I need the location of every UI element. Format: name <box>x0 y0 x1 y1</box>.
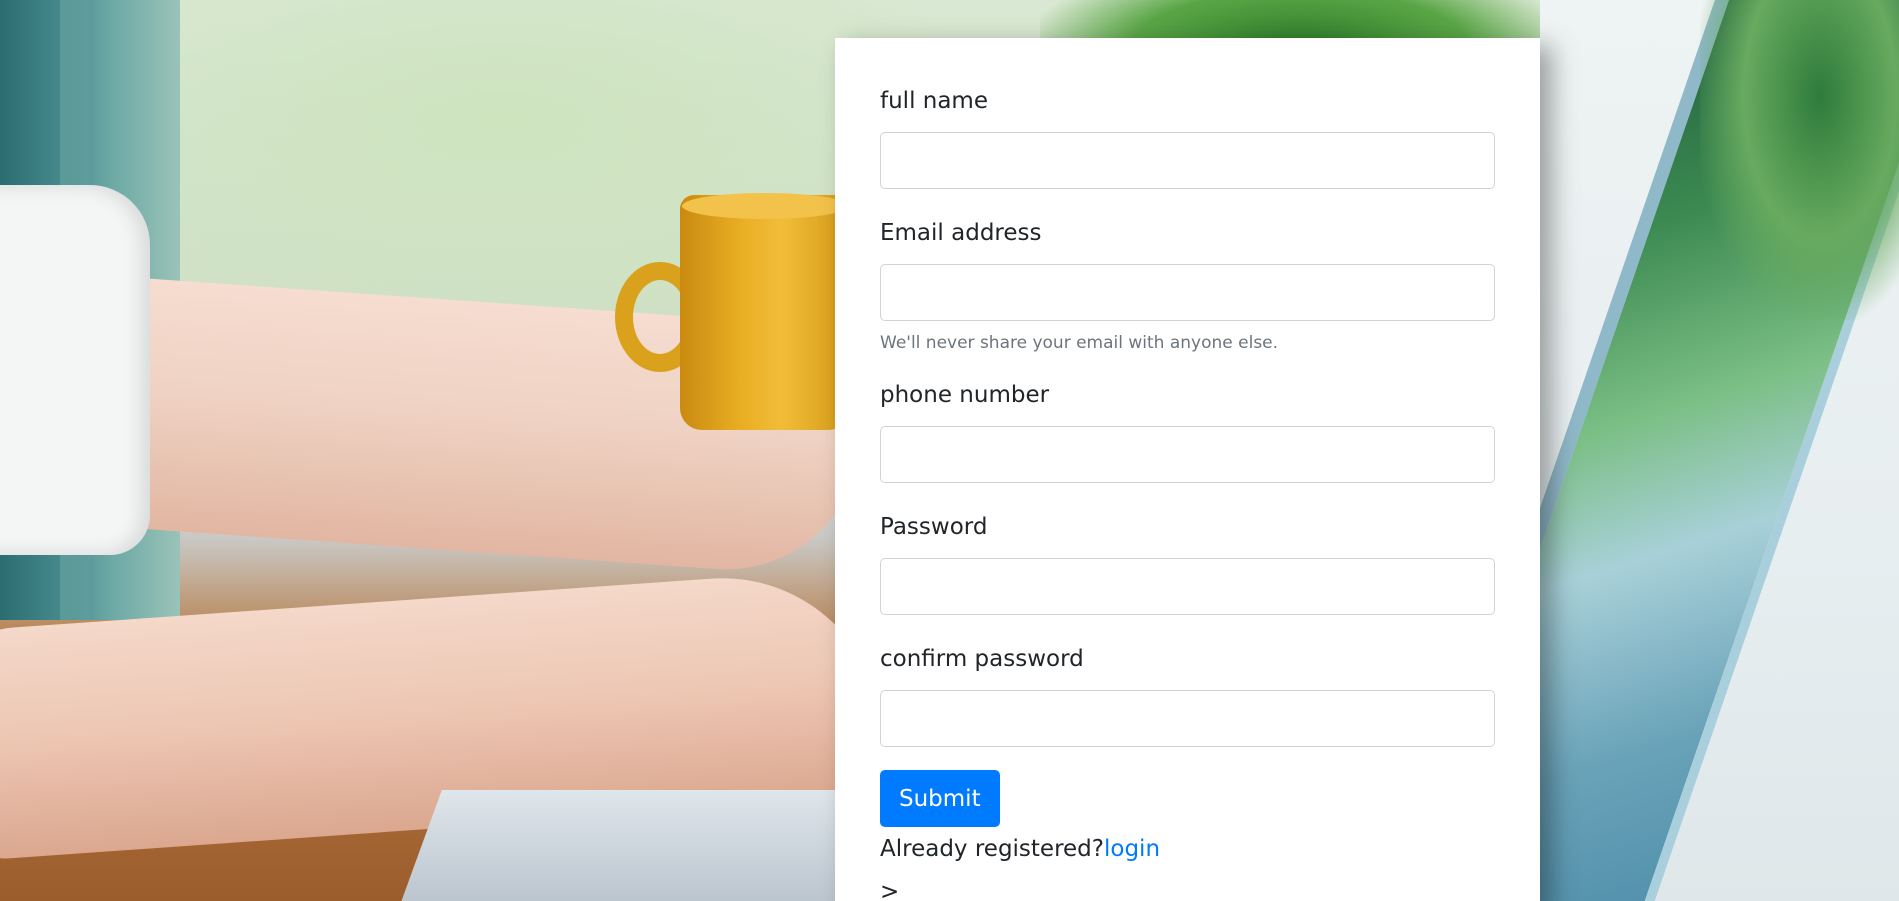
full-name-input[interactable] <box>880 132 1495 189</box>
stray-text: > <box>880 879 900 901</box>
phone-label: phone number <box>880 382 1050 408</box>
shirt-sleeve <box>0 185 150 555</box>
yellow-mug <box>680 195 850 430</box>
confirm-password-input[interactable] <box>880 690 1495 747</box>
phone-group: phone number <box>880 380 1495 483</box>
email-help-text: We'll never share your email with anyone… <box>880 333 1279 353</box>
password-input[interactable] <box>880 558 1495 615</box>
full-name-group: full name <box>880 86 1495 189</box>
registration-form: full name Email address We'll never shar… <box>835 38 1540 901</box>
already-registered-text: Already registered? <box>880 836 1104 862</box>
login-link[interactable]: login <box>1104 836 1160 862</box>
full-name-label: full name <box>880 88 988 114</box>
phone-input[interactable] <box>880 426 1495 483</box>
mug-rim <box>682 193 848 219</box>
confirm-password-group: confirm password <box>880 644 1495 747</box>
email-input[interactable] <box>880 264 1495 321</box>
login-prompt: Already registered?login <box>880 833 1495 865</box>
submit-button[interactable]: Submit <box>880 770 1000 827</box>
confirm-password-label: confirm password <box>880 646 1084 672</box>
password-group: Password <box>880 512 1495 615</box>
email-group: Email address We'll never share your ema… <box>880 218 1495 354</box>
password-label: Password <box>880 514 988 540</box>
email-label: Email address <box>880 220 1042 246</box>
plant-reflection <box>1700 0 1899 320</box>
